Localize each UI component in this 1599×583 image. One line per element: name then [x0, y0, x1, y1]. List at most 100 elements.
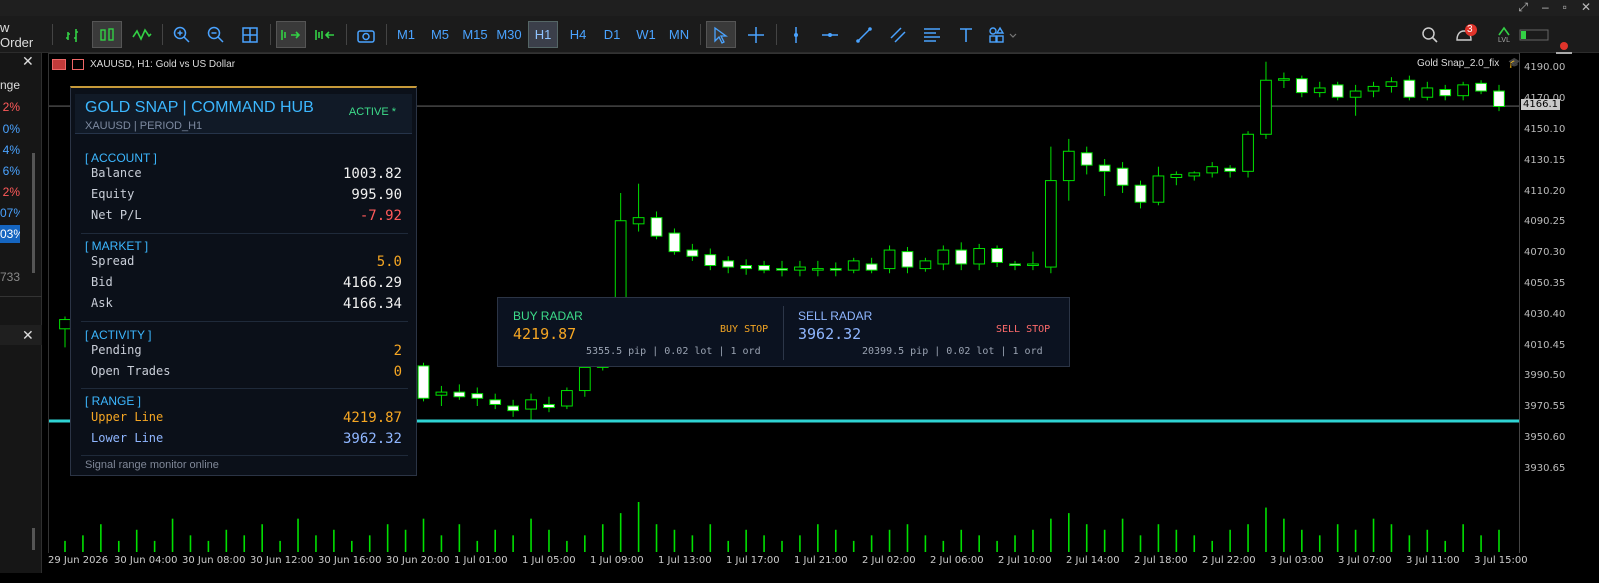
open-trades-value: 0	[393, 364, 402, 380]
timeframe-m30[interactable]: M30	[494, 21, 524, 48]
candle	[1475, 80, 1487, 95]
crosshair-icon[interactable]	[742, 21, 770, 48]
panel-scrollbar[interactable]	[32, 528, 35, 550]
candle-body-bull	[435, 391, 448, 396]
restore-icon[interactable]: ⤢	[1518, 0, 1528, 16]
timeframe-m15[interactable]: M15	[460, 21, 490, 48]
price-axis-label: 3930.65	[1524, 462, 1566, 474]
upper-line-label: Upper Line	[91, 410, 164, 424]
bar-chart-icon[interactable]	[60, 21, 88, 48]
sell-radar-price: 3962.32	[798, 325, 862, 343]
radar-divider	[783, 306, 784, 360]
timeframe-d1[interactable]: D1	[598, 21, 626, 48]
candle-body-bull	[919, 260, 932, 270]
time-axis[interactable]: 29 Jun 2026 30 Jun 04:00 30 Jun 08:00 30 Ju…	[48, 553, 1528, 571]
timeframe-m5[interactable]: M5	[426, 21, 454, 48]
screenshot-icon[interactable]	[352, 21, 380, 48]
new-order-label: w Order	[0, 19, 34, 50]
text-icon[interactable]	[952, 21, 980, 48]
chart-header: XAUUSD, H1: Gold vs US Dollar	[52, 57, 235, 71]
toolbar: w Order M1 M5 M15 M30 H1 H4 D1 W1 MN 3 L…	[0, 16, 1599, 53]
candle-body-bull	[1367, 85, 1380, 92]
new-order-button[interactable]: w Order	[0, 19, 44, 50]
line-chart-icon[interactable]	[128, 21, 156, 48]
signal-strength-icon	[1518, 21, 1550, 48]
candle-body-bear	[1475, 82, 1487, 92]
sell-radar-title: SELL RADAR	[798, 309, 873, 323]
chart-properties-icon[interactable]	[72, 58, 84, 70]
candle	[1116, 162, 1129, 193]
lower-line-label: Lower Line	[91, 431, 164, 445]
shapes-icon[interactable]	[984, 21, 1022, 48]
candle	[1385, 77, 1398, 93]
candle	[758, 260, 770, 274]
lvl-icon[interactable]: LVL	[1492, 21, 1516, 48]
sell-stop-label: SELL STOP	[996, 324, 1051, 335]
change-value-selected[interactable]: 03%	[0, 225, 20, 243]
candle	[1331, 81, 1344, 101]
timeframe-h1[interactable]: H1	[528, 21, 558, 48]
zoom-out-icon[interactable]	[202, 21, 230, 48]
time-axis-label: 2 Jul 06:00	[930, 555, 984, 566]
hub-status-badge: ACTIVE *	[348, 106, 396, 118]
auto-scroll-icon[interactable]	[276, 21, 306, 48]
candle	[1080, 146, 1093, 175]
panel-footer-value: 733	[0, 270, 21, 284]
candle-body-bull	[1188, 172, 1201, 177]
pending-label: Pending	[91, 343, 142, 357]
cursor-icon[interactable]	[706, 21, 736, 48]
trendline-icon[interactable]	[850, 21, 878, 48]
candle-body-bull	[1313, 87, 1326, 94]
candle-body-bull	[1044, 180, 1057, 268]
candle-body-bear	[776, 268, 788, 271]
close-icon[interactable]: ✕	[1581, 0, 1591, 16]
change-value: 4%	[2, 143, 20, 157]
candle	[578, 362, 591, 397]
time-axis-label: 29 Jun 2026	[48, 555, 109, 566]
candle	[1457, 81, 1470, 101]
panel-close-icon[interactable]: ✕	[22, 53, 34, 70]
candlestick-chart-icon[interactable]	[92, 21, 122, 48]
minimize-icon[interactable]: –	[1542, 0, 1549, 16]
notifications-icon[interactable]: 3	[1452, 21, 1480, 48]
panel-close-icon[interactable]: ✕	[22, 327, 34, 344]
time-axis-label: 2 Jul 22:00	[1202, 555, 1256, 566]
timeframe-m1[interactable]: M1	[392, 21, 420, 48]
candle-body-bull	[1152, 175, 1165, 203]
candle	[561, 387, 573, 410]
time-axis-label: 2 Jul 14:00	[1066, 555, 1120, 566]
time-axis-label: 3 Jul 03:00	[1270, 555, 1324, 566]
candle-body-bull	[973, 248, 986, 265]
search-icon[interactable]	[1418, 21, 1442, 48]
chart-shift-icon[interactable]	[310, 21, 340, 48]
vertical-line-icon[interactable]	[782, 21, 810, 48]
notification-count: 3	[1467, 24, 1473, 35]
candle	[507, 399, 520, 417]
fibonacci-icon[interactable]	[918, 21, 946, 48]
section-divider	[81, 233, 408, 234]
timeframe-w1[interactable]: W1	[632, 21, 660, 48]
chart-list-icon[interactable]	[52, 58, 66, 70]
ea-name: Gold Snap_2.0_fix	[1417, 58, 1500, 69]
candle-body-bear	[686, 249, 699, 257]
candle	[453, 384, 466, 400]
candle	[1493, 84, 1505, 112]
time-axis-label: 2 Jul 10:00	[998, 555, 1052, 566]
candle-body-bull	[937, 249, 950, 265]
tile-windows-icon[interactable]	[236, 21, 264, 48]
timeframe-h4[interactable]: H4	[564, 21, 592, 48]
candle-body-bull	[1421, 87, 1434, 98]
panel-scrollbar[interactable]	[32, 153, 35, 273]
timeframe-mn[interactable]: MN	[664, 21, 694, 48]
balance-value: 1003.82	[342, 166, 402, 182]
horizontal-line-icon[interactable]	[816, 21, 844, 48]
maximize-icon[interactable]: ▫	[1563, 0, 1567, 16]
candle	[1009, 260, 1021, 271]
candle-body-bull	[59, 319, 71, 330]
zoom-in-icon[interactable]	[168, 21, 196, 48]
price-axis-label: 4110.20	[1524, 185, 1566, 197]
candle	[794, 260, 806, 277]
channel-icon[interactable]	[884, 21, 912, 48]
candle	[1260, 61, 1272, 139]
buy-stop-label: BUY STOP	[720, 324, 769, 335]
